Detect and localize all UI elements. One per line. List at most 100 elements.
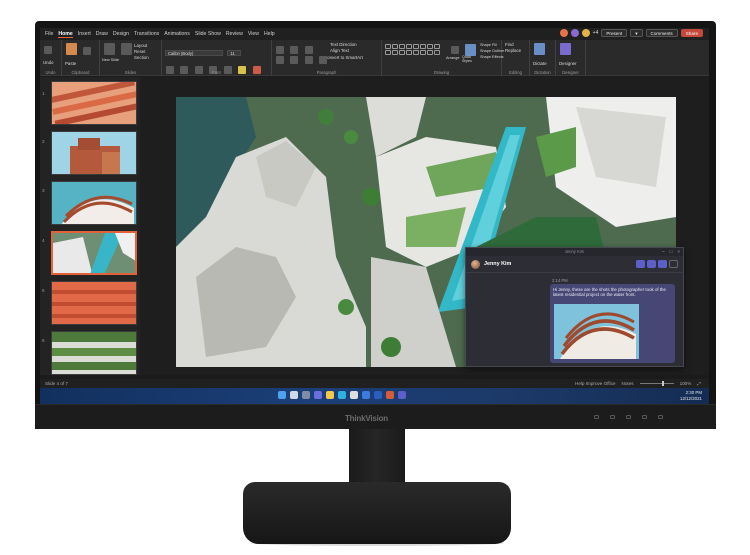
tab-design[interactable]: Design <box>113 31 129 37</box>
microphone-icon[interactable] <box>534 43 545 55</box>
ribbon-group-designer: Designer Designer <box>556 40 586 76</box>
call-actions <box>636 260 678 268</box>
notes-button[interactable]: Notes <box>622 381 634 386</box>
contact-name: Jenny Kim <box>484 261 512 267</box>
designer-button[interactable]: Designer <box>559 61 582 67</box>
align-left-icon[interactable] <box>276 56 284 64</box>
tab-draw[interactable]: Draw <box>96 31 108 37</box>
present-dropdown[interactable]: ▾ <box>630 29 643 37</box>
slide-thumbnail-selected[interactable] <box>51 231 137 275</box>
teams-icon[interactable] <box>398 391 406 399</box>
cut-icon[interactable] <box>83 47 92 55</box>
reuse-slides-icon[interactable] <box>121 43 133 55</box>
slide-number: 6 <box>42 338 45 343</box>
ribbon-group-drawing: Arrange Quick Styles Shape Fill Shape Ou… <box>382 40 504 76</box>
add-people-icon[interactable] <box>669 260 678 268</box>
quick-styles-button[interactable]: Quick Styles <box>462 55 480 63</box>
chat-titlebar[interactable]: Jenny Kim – □ × <box>466 248 683 256</box>
store-icon[interactable] <box>350 391 358 399</box>
undo-button[interactable]: Undo <box>43 60 58 66</box>
slide-thumbnail[interactable] <box>51 131 137 175</box>
message-timestamp: 2:14 PM <box>552 278 568 283</box>
slide-thumbnail[interactable] <box>51 181 137 225</box>
paste-icon[interactable] <box>66 43 77 55</box>
slide-thumbnail[interactable] <box>51 81 137 125</box>
maximize-icon[interactable]: □ <box>670 249 673 255</box>
powerpoint-icon[interactable] <box>386 391 394 399</box>
teams-chat-icon[interactable] <box>314 391 322 399</box>
tab-review[interactable]: Review <box>226 31 243 37</box>
tab-insert[interactable]: Insert <box>78 31 91 37</box>
present-button[interactable]: Present <box>601 29 628 37</box>
slide-thumbnail[interactable] <box>51 281 137 325</box>
tab-animations[interactable]: Animations <box>164 31 190 37</box>
shape-effects-button[interactable]: Shape Effects <box>480 54 504 60</box>
contact-avatar <box>471 259 480 269</box>
justify-icon[interactable] <box>319 56 328 64</box>
tab-view[interactable]: View <box>248 31 259 37</box>
tab-home[interactable]: Home <box>58 31 73 38</box>
video-call-icon[interactable] <box>636 260 645 268</box>
zoom-slider[interactable] <box>639 381 674 386</box>
system-tray-clock[interactable]: 2:30 PM 12/12/2021 <box>680 390 702 401</box>
font-name-select[interactable]: Calibri (Body) <box>165 50 223 56</box>
convert-smartart-button[interactable]: Convert to SmartArt <box>324 55 363 61</box>
undo-icon[interactable] <box>44 46 52 54</box>
dictate-button[interactable]: Dictate <box>533 61 552 67</box>
section-button[interactable]: Section <box>134 55 149 61</box>
monitor-brand-logo: ThinkVision <box>345 414 388 423</box>
ribbon-group-font: Calibri (Body) 11 Font <box>162 40 272 76</box>
slide-number: 1 <box>42 91 45 96</box>
tab-help[interactable]: Help <box>264 31 275 37</box>
ribbon-group-dictation: Dictate Dictation <box>530 40 556 76</box>
tab-file[interactable]: File <box>45 31 53 37</box>
collaborator-avatar[interactable] <box>581 29 590 37</box>
paste-button[interactable]: Paste <box>65 61 96 67</box>
start-icon[interactable] <box>278 391 286 399</box>
thumbnail-image <box>52 82 136 124</box>
group-label: Font <box>212 70 221 75</box>
new-slide-button[interactable]: New Slide <box>102 57 119 63</box>
task-view-icon[interactable] <box>302 391 310 399</box>
monitor-stand-neck <box>349 429 405 485</box>
tab-slide-show[interactable]: Slide Show <box>195 31 221 37</box>
slide-number: 3 <box>42 188 45 193</box>
ribbon-group-clipboard: Paste Clipboard <box>62 40 100 76</box>
group-label: Undo <box>45 70 56 75</box>
file-explorer-icon[interactable] <box>326 391 334 399</box>
tab-transitions[interactable]: Transitions <box>134 31 159 37</box>
help-improve-link[interactable]: Help Improve Office <box>575 381 616 386</box>
collaborator-avatar[interactable] <box>559 29 568 37</box>
edge-icon[interactable] <box>338 391 346 399</box>
audio-call-icon[interactable] <box>647 260 656 268</box>
replace-button[interactable]: Replace <box>505 48 526 54</box>
comments-button[interactable]: Comments <box>645 29 678 37</box>
zoom-level[interactable]: 100% <box>680 381 692 386</box>
window-controls: – □ × <box>662 249 680 255</box>
slide-thumbnail[interactable] <box>51 331 137 375</box>
word-icon[interactable] <box>374 391 382 399</box>
new-slide-icon[interactable] <box>104 43 115 55</box>
align-right-icon[interactable] <box>304 56 313 64</box>
thumbnail-image <box>52 332 136 374</box>
minimize-icon[interactable]: – <box>662 249 665 255</box>
search-icon[interactable] <box>290 391 298 399</box>
font-size-select[interactable]: 11 <box>227 50 242 56</box>
align-text-button[interactable]: Align Text <box>330 48 349 54</box>
arrange-icon[interactable] <box>451 46 459 54</box>
arrange-button[interactable]: Arrange <box>446 55 460 61</box>
monitor-button-icon <box>642 415 647 419</box>
ribbon: Undo Undo Paste Clipboard Layout Reset S… <box>40 40 709 76</box>
share-button[interactable]: Share <box>680 29 703 37</box>
message-photo[interactable] <box>554 304 639 359</box>
outlook-icon[interactable] <box>362 391 370 399</box>
align-center-icon[interactable] <box>290 56 299 64</box>
slide-number: 2 <box>42 139 45 144</box>
designer-icon[interactable] <box>560 43 571 55</box>
fit-slide-icon[interactable]: ⤢ <box>697 381 701 386</box>
close-icon[interactable]: × <box>677 249 680 255</box>
chat-window[interactable]: Jenny Kim – □ × Jenny Kim 2:14 PM Hi Jen… <box>465 247 684 367</box>
collaborator-avatar[interactable] <box>570 29 579 37</box>
screen-share-icon[interactable] <box>658 260 667 268</box>
chat-window-title: Jenny Kim <box>564 249 585 254</box>
